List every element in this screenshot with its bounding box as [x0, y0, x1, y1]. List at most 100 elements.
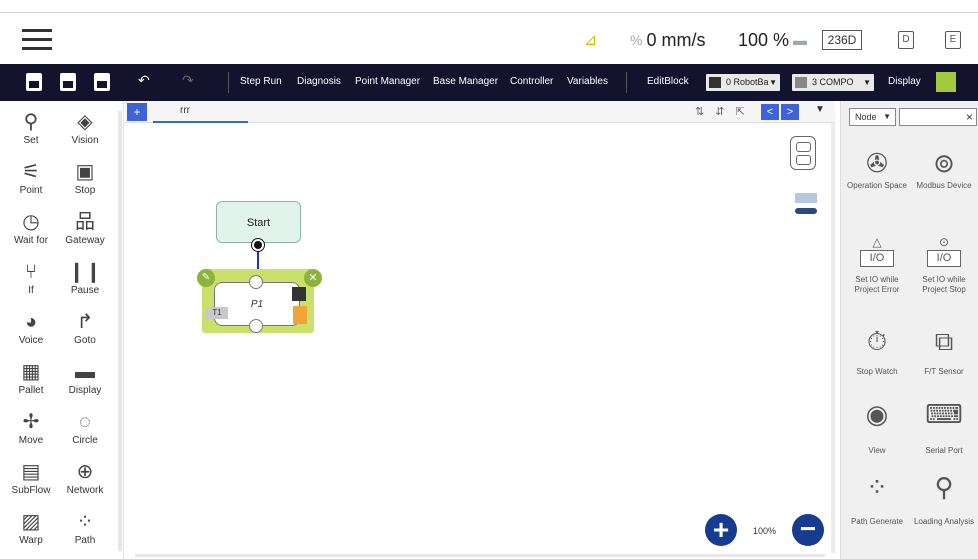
tab-rrr[interactable]: rrr [153, 101, 248, 123]
speed-prefix: % [630, 32, 643, 48]
vision-icon: ◈ [77, 111, 93, 133]
palette-label: Point [19, 185, 43, 196]
undo-icon[interactable]: ↶ [138, 72, 150, 89]
component-label: Loading Analysis [913, 517, 975, 526]
palette-item-goto[interactable]: ↱ Goto [56, 311, 114, 346]
palette-item-subflow[interactable]: ▤ SubFlow [2, 461, 60, 496]
palette-item-path[interactable]: ⁘ Path [56, 511, 114, 546]
palette-item-wait-for[interactable]: ◷ Wait for [2, 211, 60, 246]
operation-space-icon: ✇ [866, 148, 888, 178]
palette-item-vision[interactable]: ◈ Vision [56, 111, 114, 146]
palette-item-voice[interactable]: ◕ Voice [2, 311, 60, 346]
p1-input-port[interactable] [249, 275, 263, 289]
palette-item-stop[interactable]: ▣ Stop [56, 161, 114, 196]
save-file-icon[interactable] [60, 73, 76, 91]
mode-box[interactable]: 236D [822, 30, 862, 50]
component-operation-space[interactable]: ✇ Operation Space [846, 145, 908, 191]
stop-icon: ▣ [75, 161, 95, 183]
palette-item-display[interactable]: ▬ Display [56, 361, 114, 396]
tool-select[interactable]: 3 COMPO [792, 74, 874, 91]
path-icon: ⁘ [76, 511, 94, 533]
display-button[interactable]: Display [888, 76, 921, 87]
prev-tab-button[interactable]: < [761, 104, 779, 120]
tool-icon [795, 77, 807, 88]
point-manager-button[interactable]: Point Manager [355, 76, 420, 87]
redo-icon[interactable]: ↷ [182, 72, 194, 89]
palette-item-warp[interactable]: ▨ Warp [2, 511, 60, 546]
palette-scrollbar[interactable] [118, 111, 122, 551]
palette-item-set[interactable]: ⚲ Set [2, 111, 60, 146]
log-icon[interactable]: E [945, 31, 961, 49]
controller-button[interactable]: Controller [510, 76, 553, 87]
ft-sensor-icon: ⧉ [934, 326, 954, 356]
palette-item-gateway[interactable]: 品 Gateway [56, 211, 114, 246]
flow-canvas[interactable]: + rrr ⇅ ⇵ ⇱ < > ▼ Start P1 ✎ ✕ T1 + 100%… [125, 101, 835, 559]
new-file-icon[interactable] [26, 73, 42, 91]
point-icon: ⚟ [22, 161, 40, 183]
if-icon: ⑂ [25, 261, 37, 283]
palette-item-pause[interactable]: ❙❙ Pause [56, 261, 114, 296]
speed-percent-value: 100 % [738, 29, 790, 50]
image-icon[interactable] [292, 287, 306, 301]
circle-icon: ◌ [79, 411, 91, 433]
palette-item-point[interactable]: ⚟ Point [2, 161, 60, 196]
p1-output-port[interactable] [249, 319, 263, 333]
tool-select-value: 3 COMPO [812, 77, 854, 87]
component-modbus-device[interactable]: ⊚ Modbus Device [913, 145, 975, 191]
component-path-generate[interactable]: ⁘ Path Generate [846, 469, 908, 527]
base-manager-button[interactable]: Base Manager [433, 76, 498, 87]
component-serial-port[interactable]: ⌨ Serial Port [913, 396, 975, 456]
start-output-port[interactable] [252, 239, 264, 251]
palette-label: Wait for [13, 235, 49, 246]
component-label: Operation Space [846, 181, 908, 190]
toggle-switch-icon[interactable] [795, 208, 817, 214]
component-panel: Node × ✇ Operation Space ⊚ Modbus Device… [840, 101, 978, 559]
palette-item-move[interactable]: ✢ Move [2, 411, 60, 446]
save-as-icon[interactable] [94, 73, 110, 91]
diagnosis-button[interactable]: Diagnosis [297, 76, 341, 87]
speed-percent[interactable]: 100 % ▬ [738, 27, 811, 53]
start-node[interactable]: Start [216, 201, 301, 243]
main-toolbar: ↶ ↷ Step Run Diagnosis Point Manager Bas… [0, 64, 978, 101]
component-set-io-stop[interactable]: ⊙ I/O Set IO while Project Stop [913, 236, 975, 295]
next-tab-button[interactable]: > [781, 104, 799, 120]
close-icon[interactable]: ✕ [304, 269, 322, 287]
palette-item-network[interactable]: ⊕ Network [56, 461, 114, 496]
stop-indicator-icon: ⊙ [938, 235, 950, 249]
voice-icon: ◕ [24, 311, 38, 333]
layout-toggle-icon[interactable] [790, 136, 816, 170]
component-loading-analysis[interactable]: ⚲ Loading Analysis [913, 469, 975, 527]
palette-item-pallet[interactable]: ▦ Pallet [2, 361, 60, 396]
component-stop-watch[interactable]: ⏱ Stop Watch [846, 323, 908, 377]
grid-view-icon[interactable] [795, 193, 817, 203]
tab-dropdown-icon[interactable]: ▼ [815, 104, 825, 115]
info-icon[interactable]: D [898, 31, 914, 49]
gateway-icon: 品 [75, 211, 95, 233]
variables-button[interactable]: Variables [567, 76, 608, 87]
component-view[interactable]: ◉ View [846, 396, 908, 456]
layout-icon[interactable] [936, 72, 956, 92]
edit-block-button[interactable]: EditBlock [647, 76, 689, 87]
p1-tool-badge: T1 [206, 307, 228, 319]
canvas-vertical-scrollbar[interactable] [831, 123, 835, 553]
add-tab-button[interactable]: + [127, 103, 147, 121]
canvas-horizontal-scrollbar[interactable] [135, 554, 825, 557]
component-set-io-error[interactable]: △ I/O Set IO while Project Error [846, 236, 908, 295]
component-ft-sensor[interactable]: ⧉ F/T Sensor [913, 323, 975, 377]
component-search-input[interactable]: × [899, 108, 977, 126]
palette-item-circle[interactable]: ◌ Circle [56, 411, 114, 446]
sort-tools[interactable]: ⇅ ⇵ ⇱ [695, 105, 749, 118]
io-icon: I/O [927, 250, 961, 267]
base-icon [709, 77, 721, 88]
base-select[interactable]: 0 RobotBa [706, 74, 780, 91]
step-run-button[interactable]: Step Run [240, 76, 282, 87]
menu-icon[interactable] [22, 29, 52, 51]
zoom-in-button[interactable]: + [705, 514, 737, 546]
node-filter-select[interactable]: Node [849, 108, 896, 126]
component-label: Set IO while Project Error [854, 275, 900, 294]
status-bar: ⊿ % 0 mm/s 100 % ▬ 236D D E [0, 12, 978, 64]
zoom-out-button[interactable]: − [792, 514, 824, 546]
edit-icon[interactable]: ✎ [197, 269, 215, 287]
palette-label: Vision [71, 135, 99, 146]
palette-item-if[interactable]: ⑂ If [2, 261, 60, 296]
